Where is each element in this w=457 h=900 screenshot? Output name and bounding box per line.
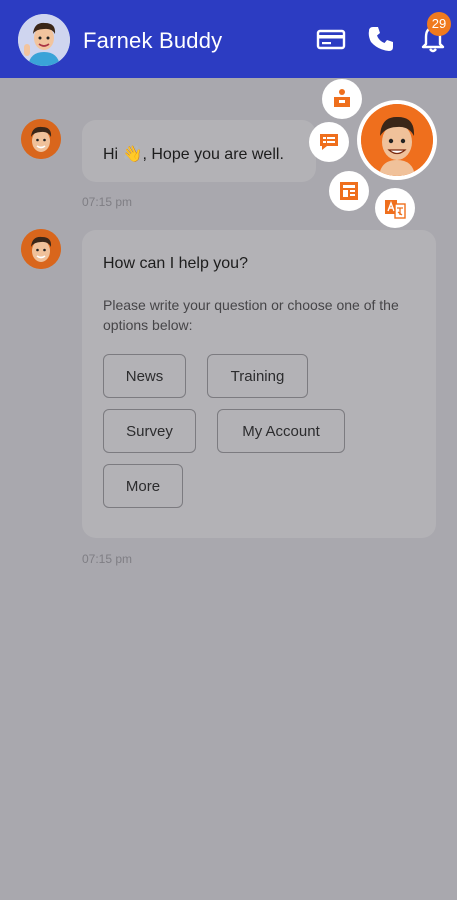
option-news-button[interactable]: News: [103, 354, 186, 398]
cartoon-man-icon: [18, 14, 70, 66]
desk-icon[interactable]: [322, 79, 362, 119]
option-training-button[interactable]: Training: [207, 354, 308, 398]
app-header: Farnek Buddy 29: [0, 0, 457, 78]
greeting-text: Hi 👋, Hope you are well.: [103, 146, 284, 163]
help-instructions: Please write your question or choose one…: [103, 297, 399, 333]
option-more-button[interactable]: More: [103, 464, 183, 508]
phone-icon[interactable]: [366, 24, 396, 54]
translate-icon[interactable]: [375, 188, 415, 228]
newspaper-icon[interactable]: [329, 171, 369, 211]
bot-avatar-header[interactable]: [18, 14, 70, 66]
message-bubble-options: How can I help you? Please write your qu…: [82, 230, 436, 538]
app-title: Farnek Buddy: [83, 28, 223, 53]
help-question: How can I help you?: [103, 255, 248, 272]
message-time: 07:15 pm: [82, 552, 133, 566]
form-icon[interactable]: [309, 122, 349, 162]
option-my-account-button[interactable]: My Account: [217, 409, 345, 453]
bot-avatar: [21, 119, 61, 159]
option-survey-button[interactable]: Survey: [103, 409, 196, 453]
assistant-fab[interactable]: [357, 100, 437, 180]
cartoon-man-icon: [361, 104, 433, 176]
notification-badge: 29: [427, 12, 451, 36]
message-time: 07:15 pm: [82, 195, 133, 209]
cartoon-man-icon: [21, 229, 61, 269]
bot-avatar: [21, 229, 61, 269]
cartoon-man-icon: [21, 119, 61, 159]
message-bubble-greeting: Hi 👋, Hope you are well.: [82, 120, 316, 182]
card-icon[interactable]: [316, 24, 346, 54]
